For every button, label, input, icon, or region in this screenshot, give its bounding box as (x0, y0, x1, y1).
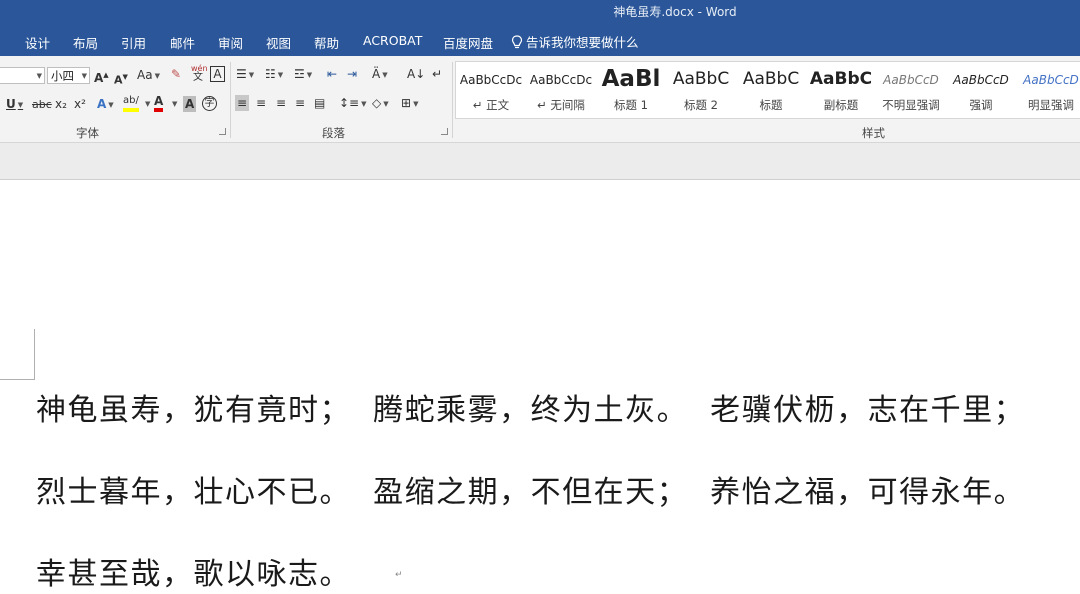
title-bar: 神龟虽寿.docx - Word (0, 0, 1080, 26)
style-name: 标题 2 (684, 98, 718, 112)
subscript-button[interactable]: x₂ (55, 96, 67, 112)
style-preview: AaBbCcDc (459, 73, 523, 87)
font-color-dropdown-icon[interactable]: ▼ (172, 96, 177, 112)
window-title: 神龟虽寿.docx - Word (613, 5, 737, 19)
highlight-color-icon[interactable]: ab/ (123, 94, 139, 112)
document-line-1[interactable]: 神龟虽寿，犹有竟时； 腾蛇乘雾，终为土灰。 老骥伏枥，志在千里； (36, 385, 1025, 429)
style-heading-2[interactable]: AaBbC 标题 2 (666, 62, 736, 118)
shrink-font-icon[interactable]: A▼ (114, 69, 128, 89)
style-no-spacing[interactable]: AaBbCcDc ↵ 无间隔 (526, 62, 596, 118)
lightbulb-icon (511, 35, 523, 49)
tell-me-box[interactable]: 告诉我你想要做什么 (511, 32, 639, 51)
multilevel-list-icon[interactable]: ☲ ▼ (294, 66, 312, 83)
font-name-combo[interactable]: ▼ (0, 67, 45, 84)
style-preview: AaBbCcD (1023, 73, 1079, 87)
paragraph-group-label: 段落 (322, 126, 345, 140)
style-preview: AaBl (601, 66, 661, 92)
margin-crop-mark (0, 329, 35, 380)
ruler-area (0, 143, 1080, 180)
group-separator (230, 62, 231, 138)
style-subtle-emphasis[interactable]: AaBbCcD 不明显强调 (876, 62, 946, 118)
char-shading-icon[interactable]: A (183, 96, 197, 112)
tab-view[interactable]: 视图 (266, 33, 291, 52)
chinese-layout-icon[interactable]: Ä ▼ (372, 66, 388, 83)
underline-button[interactable]: U ▼ (6, 96, 23, 113)
strikethrough-button[interactable]: abc (32, 97, 52, 113)
paragraph-dialog-launcher-icon[interactable] (441, 128, 448, 135)
style-name: 副标题 (823, 98, 859, 112)
ribbon: ▼ 小四 ▼ A▲ A▼ Aa ▼ ✎ wén 文 A U ▼ abc x₂ x² A ▼… (0, 56, 1080, 143)
document-line-3[interactable]: 幸甚至哉，歌以咏志。 (36, 549, 351, 593)
style-name: ↵ 无间隔 (537, 98, 585, 112)
font-dialog-launcher-icon[interactable] (219, 128, 226, 135)
style-name: 明显强调 (1028, 98, 1074, 112)
style-preview: AaBbCcD (953, 73, 1009, 87)
tab-design[interactable]: 设计 (25, 33, 50, 52)
grow-font-icon[interactable]: A▲ (94, 67, 109, 86)
style-title[interactable]: AaBbC 标题 (736, 62, 806, 118)
phonetic-guide-icon[interactable]: wén 文 (191, 64, 208, 83)
tab-review[interactable]: 审阅 (218, 33, 243, 52)
numbering-icon[interactable]: ☷ ▼ (265, 66, 283, 83)
highlight-dropdown-icon[interactable]: ▼ (145, 96, 150, 112)
shading-icon[interactable]: ◇ ▼ (372, 95, 389, 112)
document-line-2[interactable]: 烈士暮年，壮心不已。 盈缩之期，不但在天； 养怡之福，可得永年。 (36, 467, 1025, 511)
enclose-char-icon[interactable]: 字 (202, 96, 217, 111)
bullets-icon[interactable]: ☰ ▼ (236, 66, 254, 83)
text-effects-icon[interactable]: A ▼ (97, 96, 114, 113)
style-preview: AaBbC (742, 69, 800, 89)
style-name: ↵ 正文 (472, 98, 510, 112)
font-size-value: 小四 (51, 69, 74, 83)
borders-icon[interactable]: ⊞ ▼ (401, 95, 418, 112)
paragraph-mark-icon: ↵ (395, 570, 403, 580)
tab-acrobat[interactable]: ACROBAT (363, 33, 422, 48)
show-marks-icon[interactable]: ↵ (432, 66, 442, 82)
change-case-button[interactable]: Aa ▼ (137, 67, 160, 84)
styles-group-label: 样式 (862, 126, 885, 140)
tab-help[interactable]: 帮助 (314, 33, 339, 52)
style-heading-1[interactable]: AaBl 标题 1 (596, 62, 666, 118)
style-preview: AaBbCcDc (529, 73, 593, 87)
clear-format-icon[interactable]: ✎ (171, 66, 181, 82)
tell-me-label: 告诉我你想要做什么 (526, 35, 639, 50)
style-emphasis[interactable]: AaBbCcD 强调 (946, 62, 1016, 118)
style-name: 标题 (759, 98, 783, 112)
distributed-icon[interactable]: ▤ (314, 95, 325, 111)
style-preview: AaBbC (672, 69, 730, 89)
font-size-combo[interactable]: 小四 ▼ (47, 67, 90, 84)
style-subtitle[interactable]: AaBbC 副标题 (806, 62, 876, 118)
ribbon-tab-bar: 设计 布局 引用 邮件 审阅 视图 帮助 ACROBAT 百度网盘 告诉我你想要… (0, 26, 1080, 56)
decrease-indent-icon[interactable]: ⇤ (327, 66, 337, 82)
group-separator (452, 62, 453, 138)
line-spacing-icon[interactable]: ↕≡ ▼ (339, 95, 367, 112)
char-border-icon[interactable]: A (210, 66, 225, 82)
style-name: 不明显强调 (882, 98, 940, 112)
tab-mailings[interactable]: 邮件 (170, 33, 195, 52)
font-color-icon[interactable]: A (154, 94, 164, 112)
style-preview: AaBbCcD (883, 73, 939, 87)
style-name: 强调 (969, 98, 993, 112)
justify-icon[interactable]: ≡ (295, 95, 305, 111)
tab-references[interactable]: 引用 (121, 33, 146, 52)
tab-baidu-netdisk[interactable]: 百度网盘 (443, 33, 493, 52)
styles-gallery: AaBbCcDc ↵ 正文 AaBbCcDc ↵ 无间隔 AaBl 标题 1 A… (455, 61, 1080, 119)
font-group-label: 字体 (76, 126, 99, 140)
align-right-icon[interactable]: ≡ (276, 95, 286, 111)
increase-indent-icon[interactable]: ⇥ (347, 66, 357, 82)
align-center-icon[interactable]: ≡ (256, 95, 266, 111)
tab-layout[interactable]: 布局 (73, 33, 98, 52)
superscript-button[interactable]: x² (74, 96, 86, 112)
sort-icon[interactable]: A↓ (407, 66, 425, 82)
style-intense-emphasis[interactable]: AaBbCcD 明显强调 (1016, 62, 1080, 118)
style-normal[interactable]: AaBbCcDc ↵ 正文 (456, 62, 526, 118)
style-name: 标题 1 (614, 98, 648, 112)
style-preview: AaBbC (809, 69, 873, 89)
align-left-icon[interactable]: ≡ (235, 95, 250, 111)
